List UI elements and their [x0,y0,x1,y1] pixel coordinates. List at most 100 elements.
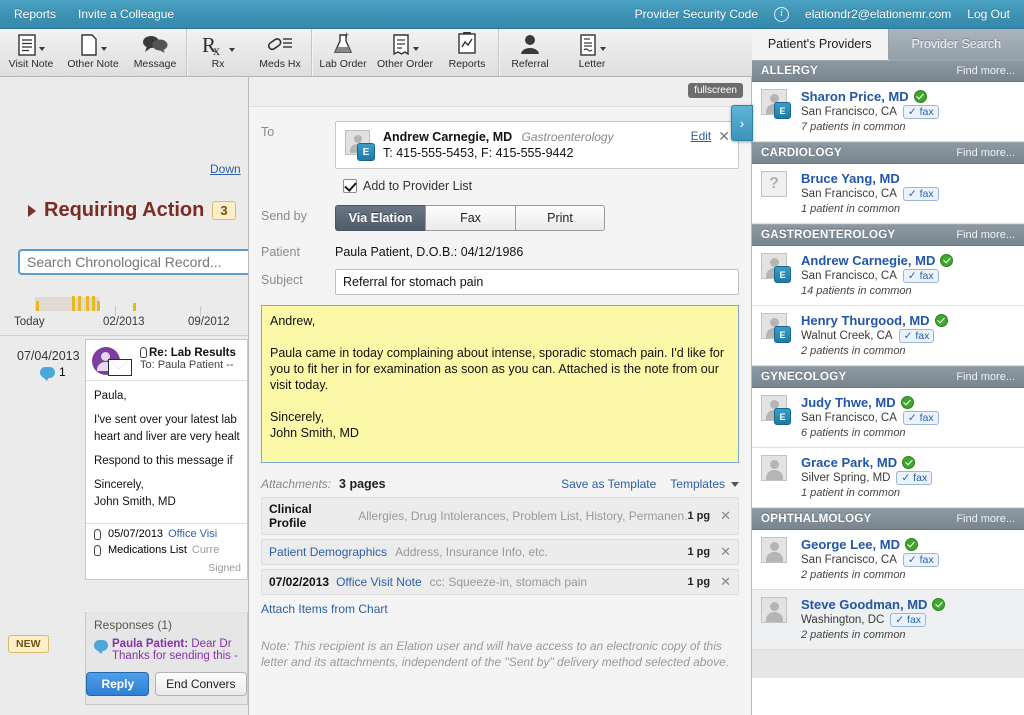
timeline-tick [78,296,81,311]
info-icon[interactable]: i [774,6,790,22]
send-option-fax[interactable]: Fax [425,205,515,231]
remove-recipient-icon[interactable]: ✕ [718,129,730,143]
account-email-label[interactable]: elationdr2@elationemr.com [805,7,951,21]
end-conversation-button[interactable]: End Convers [155,672,247,696]
find-more-link[interactable]: Find more... [956,147,1015,159]
message-card[interactable]: Re: Lab Results To: Paula Patient -- Pau… [85,339,248,580]
attachment-pages: 1 pg [687,576,711,588]
recipient-card[interactable]: E Andrew Carnegie, MD Gastroenterology T… [335,121,739,169]
provider-avatar [761,597,795,629]
attachment-row[interactable]: 07/02/2013 Office Visit Note cc: Squeeze… [261,569,739,595]
search-chronological-record[interactable] [18,249,248,275]
letter-body-textarea[interactable]: Andrew, Paula came in today complaining … [261,305,739,463]
toolbar-rx[interactable]: Rx Rx [187,29,249,76]
svg-text:x: x [213,44,220,57]
fax-badge: ✓ fax [898,329,935,343]
provider-name[interactable]: Bruce Yang, MD [801,171,900,186]
toolbar-referral[interactable]: Referral [499,29,561,76]
provider-row[interactable]: Grace Park, MD Silver Spring, MD ✓ fax 1 pa… [752,448,1024,508]
nav-invite-colleague-link[interactable]: Invite a Colleague [78,7,174,21]
message-header: Re: Lab Results To: Paula Patient -- [86,340,247,381]
attachment-title[interactable]: Patient Demographics [269,545,387,559]
pill-list-icon [267,34,293,57]
add-to-provider-list-row[interactable]: Add to Provider List [343,179,739,193]
provider-name[interactable]: Andrew Carnegie, MD [801,253,935,268]
toolbar-other-order[interactable]: Other Order [374,29,436,76]
message-attachment-row[interactable]: 05/07/2013 Office Visi [86,523,247,544]
attach-items-from-chart-link[interactable]: Attach Items from Chart [261,602,739,616]
send-option-print[interactable]: Print [515,205,605,231]
toolbar-referral-label: Referral [511,58,549,70]
provider-location: San Francisco, CA [801,412,897,424]
recipient-specialty: Gastroenterology [521,130,614,144]
provider-row[interactable]: ? Bruce Yang, MD San Francisco, CA ✓ fax 1 p… [752,164,1024,224]
toolbar-message[interactable]: Message [124,29,186,76]
tab-patients-providers[interactable]: Patient's Providers [752,29,889,60]
save-as-template-link[interactable]: Save as Template [561,477,656,491]
provider-row[interactable]: E Henry Thurgood, MD Walnut Creek, CA ✓ fax… [752,306,1024,366]
toolbar-lab-order[interactable]: + Lab Order [312,29,374,76]
requiring-action-header[interactable]: Requiring Action 3 [28,199,236,222]
tab-provider-search[interactable]: Provider Search [888,29,1024,60]
find-more-link[interactable]: Find more... [956,513,1015,525]
chevron-down-icon[interactable] [731,481,739,487]
provider-row[interactable]: George Lee, MD San Francisco, CA ✓ fax 2 pa… [752,530,1024,590]
provider-name[interactable]: Grace Park, MD [801,455,897,470]
toolbar-meds-hx[interactable]: Meds Hx [249,29,311,76]
provider-row[interactable]: E Andrew Carnegie, MD San Francisco, CA ✓ f… [752,246,1024,306]
provider-name[interactable]: Steve Goodman, MD [801,597,927,612]
toolbar-other-note[interactable]: Other Note [62,29,124,76]
attachment-link[interactable]: Office Visi [168,528,217,540]
provider-name[interactable]: Judy Thwe, MD [801,395,896,410]
send-option-via-elation[interactable]: Via Elation [335,205,425,231]
provider-security-code-link[interactable]: Provider Security Code [635,7,758,21]
next-panel-button[interactable]: › [731,105,753,141]
subject-input[interactable] [335,269,739,295]
down-link[interactable]: Down [210,162,241,176]
nav-reports-link[interactable]: Reports [14,7,56,21]
toolbar-reports[interactable]: Reports [436,29,498,76]
main-toolbar: Visit Note Other Note Message Rx Rx Meds… [0,29,752,77]
toolbar-letter[interactable]: Letter [561,29,623,76]
elation-badge-icon: E [774,102,791,119]
find-more-link[interactable]: Find more... [956,371,1015,383]
provider-row[interactable]: E Sharon Price, MD San Francisco, CA ✓ fax 7… [752,82,1024,142]
provider-row[interactable]: Steve Goodman, MD Washington, DC ✓ fax 2 pa… [752,590,1024,650]
remove-attachment-icon[interactable]: ✕ [720,544,731,560]
toolbar-visit-note[interactable]: Visit Note [0,29,62,76]
toolbar-other-note-label: Other Note [67,58,119,70]
document-blank-icon [80,34,107,56]
provider-name[interactable]: George Lee, MD [801,537,900,552]
provider-name[interactable]: Henry Thurgood, MD [801,313,930,328]
templates-link[interactable]: Templates [670,477,725,491]
attachment-row[interactable]: Patient Demographics Address, Insurance … [261,539,739,565]
add-provider-checkbox[interactable] [343,179,357,193]
find-more-link[interactable]: Find more... [956,65,1015,77]
send-by-label: Send by [261,209,307,223]
remove-attachment-icon[interactable]: ✕ [720,574,731,590]
provider-avatar: E [761,253,795,285]
responses-block: Responses (1) Paula Patient: Dear Dr Tha… [85,612,248,705]
reply-button[interactable]: Reply [86,672,150,696]
edit-recipient-link[interactable]: Edit [691,129,712,143]
attachment-title[interactable]: Office Visit Note [336,575,422,589]
message-attachment-row[interactable]: Medications List Curre [86,544,247,560]
fullscreen-button[interactable]: fullscreen [688,83,743,98]
attachment-pages: 1 pg [687,546,711,558]
search-input[interactable] [27,254,247,270]
provider-info: Judy Thwe, MD San Francisco, CA ✓ fax 6 pat… [801,395,939,439]
attachments-page-count: 3 pages [339,477,386,491]
provider-row[interactable]: E Judy Thwe, MD San Francisco, CA ✓ fax 6 pa… [752,388,1024,448]
timeline-widget[interactable]: Today 02/2013 09/2012 [0,284,248,336]
logout-link[interactable]: Log Out [967,7,1010,21]
remove-attachment-icon[interactable]: ✕ [720,508,731,524]
verified-check-icon [913,90,927,103]
provider-name[interactable]: Sharon Price, MD [801,89,909,104]
provider-avatar: E [761,89,795,121]
expand-triangle-icon[interactable] [28,204,36,217]
attachment-row[interactable]: Clinical Profile Allergies, Drug Intoler… [261,497,739,535]
find-more-link[interactable]: Find more... [956,229,1015,241]
recipient-name: Andrew Carnegie, MD [383,130,513,144]
fax-badge: ✓ fax [890,613,927,627]
response-item[interactable]: Paula Patient: Dear Dr Thanks for sendin… [94,638,239,662]
